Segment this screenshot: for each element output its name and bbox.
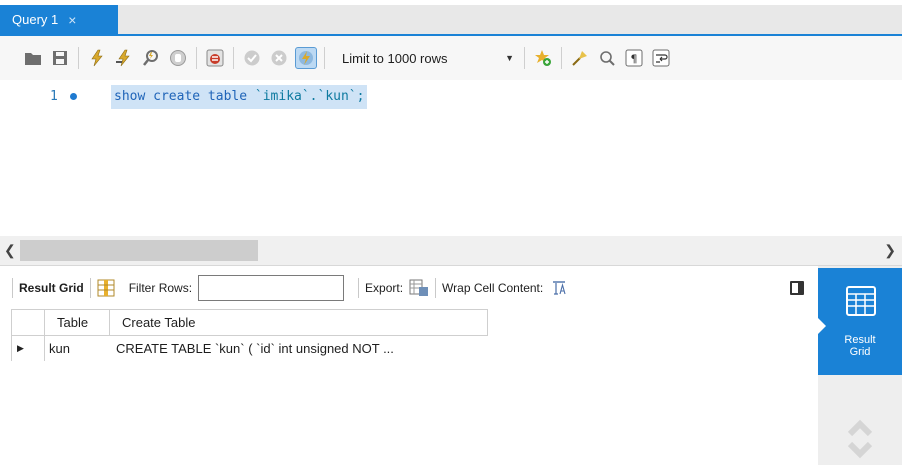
export-icon[interactable]	[409, 279, 429, 297]
column-grid-icon[interactable]	[97, 279, 115, 297]
execute-icon[interactable]	[86, 47, 108, 69]
column-header-table[interactable]: Table	[45, 310, 110, 335]
column-header-create-table[interactable]: Create Table	[110, 310, 487, 335]
limit-rows-select[interactable]: Limit to 1000 rows ▼	[336, 47, 522, 69]
result-grid-side-label: Result Grid	[844, 334, 876, 358]
stop-icon[interactable]	[167, 47, 189, 69]
wrap-cell-content-label: Wrap Cell Content:	[442, 280, 544, 295]
toolbar-separator	[12, 277, 13, 298]
toolbar-separator	[435, 277, 437, 298]
autocommit-icon[interactable]	[295, 47, 317, 69]
active-notch	[818, 318, 826, 334]
side-scroll-arrows-icon[interactable]	[844, 416, 876, 460]
limit-rows-value: Limit to 1000 rows	[342, 50, 448, 66]
invisible-chars-icon[interactable]: ¶	[623, 47, 645, 69]
cell-table[interactable]: kun	[45, 336, 110, 361]
result-grid-side-button[interactable]: Result Grid	[818, 268, 902, 375]
filter-rows-input[interactable]	[198, 274, 345, 301]
save-icon[interactable]	[49, 47, 71, 69]
result-grid-icon	[846, 286, 876, 316]
close-icon[interactable]: ×	[68, 12, 76, 28]
rollback-icon[interactable]	[268, 47, 290, 69]
toolbar-separator	[561, 47, 562, 69]
wrap-cell-icon[interactable]	[551, 280, 567, 296]
tab-strip-background	[118, 5, 902, 34]
toolbar-separator	[324, 47, 325, 69]
tab-query-1[interactable]: Query 1 ×	[0, 5, 118, 34]
tab-strip: Query 1 ×	[0, 0, 902, 34]
row-indicator-header	[12, 310, 45, 335]
result-grid-tab[interactable]: Result Grid	[19, 281, 84, 295]
toolbar-separator	[358, 277, 360, 298]
toggle-continue-on-error-icon[interactable]	[204, 47, 226, 69]
scroll-left-icon[interactable]: ❮	[4, 242, 16, 259]
statement-marker-icon	[70, 93, 77, 100]
open-folder-icon[interactable]	[22, 47, 44, 69]
toolbar-separator	[89, 277, 91, 298]
scroll-right-icon[interactable]: ❯	[884, 242, 896, 259]
toggle-side-panel-icon[interactable]	[790, 281, 804, 295]
add-snippet-icon[interactable]	[532, 47, 554, 69]
chevron-down-icon: ▼	[505, 53, 514, 63]
grid-header: Table Create Table	[11, 309, 488, 336]
toolbar-separator	[78, 47, 79, 69]
svg-text:¶: ¶	[631, 53, 638, 66]
result-toolbar: Result Grid Filter Rows: Export: Wrap Ce…	[0, 266, 818, 309]
line-number: 1	[50, 89, 58, 104]
cell-create-table[interactable]: CREATE TABLE `kun` ( `id` int unsigned N…	[110, 336, 488, 361]
horizontal-scrollbar[interactable]: ❮ ❯	[0, 236, 902, 266]
result-grid: Table Create Table ▶ kun CREATE TABLE `k…	[11, 309, 488, 361]
execute-current-icon[interactable]	[113, 47, 135, 69]
beautify-icon[interactable]	[569, 47, 591, 69]
toolbar-separator	[196, 47, 197, 69]
tab-title: Query 1	[12, 12, 59, 27]
code-line[interactable]: show create table `imika`.`kun`;	[111, 85, 368, 109]
sql-identifier: `imika`.`kun`;	[254, 89, 365, 104]
commit-icon[interactable]	[241, 47, 263, 69]
scroll-thumb[interactable]	[20, 240, 258, 261]
result-side-panel: Result Grid	[818, 266, 902, 465]
find-icon[interactable]	[596, 47, 618, 69]
table-row[interactable]: ▶ kun CREATE TABLE `kun` ( `id` int unsi…	[11, 336, 488, 361]
sql-keyword: show create table	[114, 89, 248, 104]
toolbar-separator	[524, 47, 525, 69]
export-label: Export:	[365, 280, 404, 295]
current-row-arrow-icon: ▶	[12, 336, 45, 361]
sql-editor[interactable]: 1 show create table `imika`.`kun`;	[0, 80, 902, 236]
toolbar-separator	[233, 47, 234, 69]
filter-rows-label: Filter Rows:	[128, 280, 193, 295]
sql-editor-toolbar: Limit to 1000 rows ▼ ¶	[0, 36, 902, 80]
explain-icon[interactable]	[140, 47, 162, 69]
wrap-lines-icon[interactable]	[650, 47, 672, 69]
